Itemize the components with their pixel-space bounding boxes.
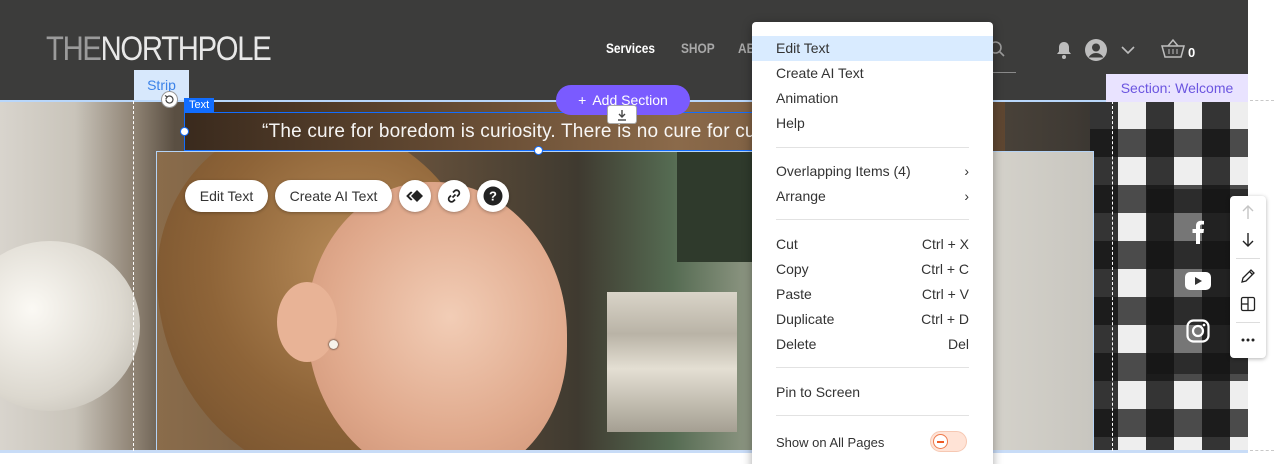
resize-handle-bottom[interactable]: [534, 146, 543, 155]
section-bottom-guide: [0, 450, 1248, 453]
link-button[interactable]: [438, 180, 470, 212]
gridline-right: [1112, 101, 1113, 451]
gridline-left: [133, 101, 134, 451]
menu-item-label: Overlapping Items (4): [776, 163, 911, 179]
menu-divider: [776, 415, 969, 416]
gridline-horizontal: [1250, 100, 1274, 101]
resize-handle-left[interactable]: [180, 127, 189, 136]
menu-shortcut: Del: [947, 336, 969, 352]
chevron-right-icon: ›: [964, 163, 969, 179]
editor-canvas: THENORTHPOLE Services SHOP AB 0 “The cur…: [0, 0, 1274, 464]
cart-count: 0: [1188, 45, 1196, 60]
arrow-down-icon: [1242, 233, 1254, 247]
animation-icon: [406, 190, 423, 202]
menu-item-label: Delete: [776, 336, 817, 352]
svg-text:?: ?: [489, 189, 497, 204]
menu-item-edit-text[interactable]: Edit Text: [752, 36, 993, 61]
toggle-off-icon: [937, 440, 944, 443]
menu-item-copy[interactable]: Copy Ctrl + C: [752, 257, 993, 282]
edit-text-pill-button[interactable]: Edit Text: [185, 180, 268, 212]
rotate-handle[interactable]: [161, 91, 178, 108]
cart-icon[interactable]: [1160, 37, 1186, 66]
avatar-icon[interactable]: [1084, 38, 1108, 67]
menu-item-label: Duplicate: [776, 311, 835, 327]
menu-item-cut[interactable]: Cut Ctrl + X: [752, 232, 993, 257]
gridline-horizontal-bottom: [1250, 450, 1274, 451]
photo-books: [607, 292, 737, 432]
logo-part-northpole: NORTHPOLE: [100, 30, 272, 68]
section-drag-handle[interactable]: [607, 105, 637, 124]
menu-item-delete[interactable]: Delete Del: [752, 332, 993, 357]
plus-icon: +: [578, 92, 587, 108]
more-icon: [1241, 338, 1255, 342]
arrow-up-icon: [1242, 205, 1254, 219]
rotate-icon: [164, 94, 174, 104]
menu-item-label: Edit Text: [776, 40, 830, 56]
toggle-knob: [933, 434, 948, 449]
menu-item-label: Create AI Text: [776, 65, 864, 81]
menu-item-label: Cut: [776, 236, 798, 252]
logo-part-the: THE: [46, 30, 102, 68]
menu-item-label: Animation: [776, 90, 839, 106]
element-toolbar[interactable]: [1230, 196, 1266, 358]
menu-item-label: Pin to Screen: [776, 384, 861, 400]
chevron-down-icon[interactable]: [1120, 43, 1136, 61]
chevron-right-icon: ›: [964, 188, 969, 204]
text-element-tag: Text: [184, 98, 215, 113]
menu-item-label: Help: [776, 115, 805, 131]
nav-services[interactable]: Services: [606, 40, 655, 56]
menu-shortcut: Ctrl + X: [921, 236, 969, 252]
toolbar-divider: [1236, 258, 1260, 259]
welcome-section[interactable]: [0, 101, 1248, 451]
help-button[interactable]: ?: [477, 180, 509, 212]
download-icon: [618, 109, 626, 121]
instagram-icon[interactable]: [1185, 318, 1211, 344]
photo-ear: [277, 282, 337, 362]
menu-item-label: Paste: [776, 286, 812, 302]
layout-button[interactable]: [1230, 291, 1266, 317]
menu-divider: [776, 147, 969, 148]
menu-divider: [776, 219, 969, 220]
pencil-icon: [1241, 269, 1255, 283]
toolbar-divider: [1236, 322, 1260, 323]
photo-face: [307, 182, 567, 450]
menu-item-label: Show on All Pages: [776, 435, 885, 450]
move-up-button[interactable]: [1230, 199, 1266, 225]
layout-icon: [1240, 296, 1256, 312]
link-icon: [447, 189, 461, 203]
section-welcome-label[interactable]: Section: Welcome: [1106, 74, 1248, 102]
show-on-all-pages-toggle[interactable]: [930, 431, 967, 452]
site-logo[interactable]: THENORTHPOLE: [46, 30, 272, 69]
create-ai-text-pill-button[interactable]: Create AI Text: [275, 180, 392, 212]
menu-item-paste[interactable]: Paste Ctrl + V: [752, 282, 993, 307]
menu-item-duplicate[interactable]: Duplicate Ctrl + D: [752, 307, 993, 332]
help-icon: ?: [483, 186, 503, 206]
background-lamp: [0, 241, 140, 411]
nav-shop[interactable]: SHOP: [681, 40, 715, 56]
bell-icon[interactable]: [1055, 40, 1073, 65]
menu-item-pin-to-screen[interactable]: Pin to Screen: [752, 380, 993, 405]
menu-item-label: Arrange: [776, 188, 826, 204]
youtube-icon[interactable]: [1185, 268, 1211, 294]
menu-item-create-ai-text[interactable]: Create AI Text: [752, 61, 993, 86]
menu-shortcut: Ctrl + V: [921, 286, 969, 302]
menu-shortcut: Ctrl + C: [921, 261, 969, 277]
photo-earring: [329, 340, 338, 349]
menu-item-animation[interactable]: Animation: [752, 86, 993, 111]
menu-shortcut: Ctrl + D: [921, 311, 969, 327]
animation-button[interactable]: [399, 180, 431, 212]
facebook-icon[interactable]: [1185, 219, 1211, 245]
edit-design-button[interactable]: [1230, 263, 1266, 289]
menu-item-overlapping-items[interactable]: Overlapping Items (4) ›: [752, 159, 993, 184]
menu-item-arrange[interactable]: Arrange ›: [752, 184, 993, 209]
context-menu[interactable]: Edit Text Create AI Text Animation Help …: [752, 22, 993, 464]
move-down-button[interactable]: [1230, 227, 1266, 253]
menu-item-label: Copy: [776, 261, 809, 277]
menu-divider: [776, 367, 969, 368]
more-actions-button[interactable]: [1230, 327, 1266, 353]
menu-item-help[interactable]: Help: [752, 111, 993, 136]
